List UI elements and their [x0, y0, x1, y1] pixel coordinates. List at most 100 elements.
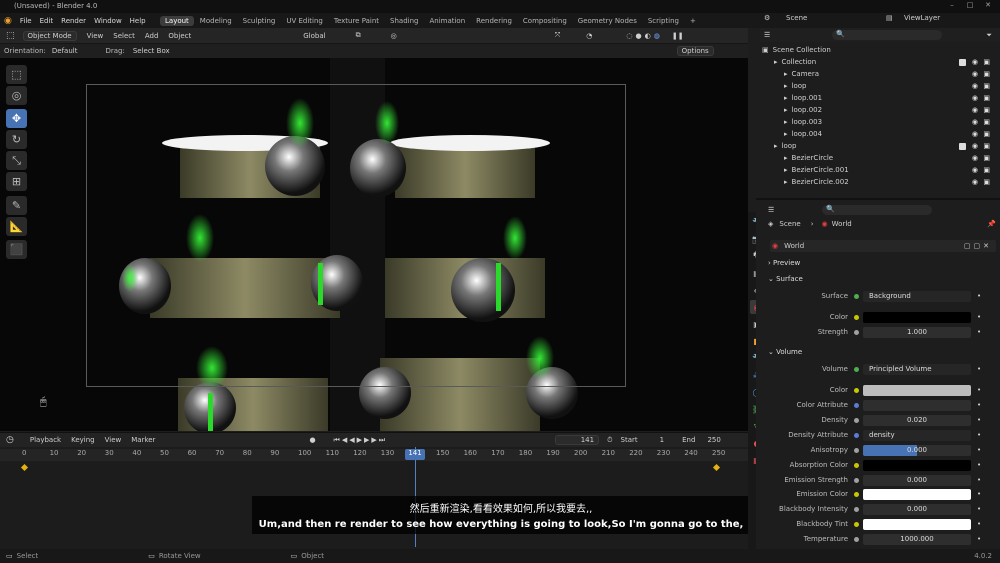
filter-icon[interactable]: ⏷	[986, 31, 992, 40]
outliner-row[interactable]: ▸ loop.003 ◉ ▣	[760, 116, 1000, 128]
pause-icon[interactable]: ❚❚	[672, 32, 684, 40]
record-icon[interactable]: ●	[309, 436, 315, 444]
end-frame[interactable]: 250	[707, 436, 720, 444]
rotate-tool-icon[interactable]: ↻	[6, 130, 27, 149]
socket-dot-icon[interactable]	[854, 432, 859, 438]
frame-ruler[interactable]: 0102030405060708090100110120130140150160…	[0, 449, 748, 461]
render-camera-icon[interactable]: ▣	[983, 58, 990, 66]
expand-arrow-icon[interactable]: ▸	[784, 70, 788, 78]
property-field[interactable]: density	[863, 429, 971, 441]
property-field[interactable]	[863, 488, 971, 500]
blender-logo-icon[interactable]: ◉	[4, 16, 12, 26]
rendered-shading-icon[interactable]: ◍	[654, 32, 660, 40]
animate-dot-icon[interactable]: •	[977, 416, 981, 424]
socket-dot-icon[interactable]	[854, 293, 859, 299]
gizmo-icon[interactable]: ⤧	[555, 31, 561, 40]
animate-dot-icon[interactable]: •	[977, 292, 981, 300]
volume-section[interactable]: ⌄ Volume	[768, 348, 802, 356]
animate-dot-icon[interactable]: •	[977, 446, 981, 454]
3d-viewport[interactable]: ⬚ ◎ ✥ ↻ ⤡ ⊞ ✎ 📐 ⬛ 🖱	[0, 58, 748, 431]
animate-dot-icon[interactable]: •	[977, 461, 981, 469]
property-field[interactable]	[863, 518, 971, 530]
render-camera-icon[interactable]: ▣	[983, 106, 990, 114]
start-frame[interactable]: 1	[660, 436, 664, 444]
options-dropdown[interactable]: Options	[676, 46, 714, 56]
menu-playback[interactable]: Playback	[30, 436, 61, 444]
outliner-row[interactable]: ▸ BezierCircle.002 ◉ ▣	[760, 176, 1000, 188]
property-field[interactable]: 1.000	[863, 326, 971, 338]
animate-dot-icon[interactable]: •	[977, 328, 981, 336]
animate-dot-icon[interactable]: •	[977, 365, 981, 373]
cursor-tool-icon[interactable]: ◎	[6, 86, 27, 105]
animate-dot-icon[interactable]: •	[977, 431, 981, 439]
timeline-editor-icon[interactable]: ◷	[6, 435, 14, 445]
menu-timeline-view[interactable]: View	[105, 436, 122, 444]
scene-name[interactable]: Scene	[786, 14, 807, 22]
scale-tool-icon[interactable]: ⤡	[6, 151, 27, 170]
visibility-eye-icon[interactable]: ◉	[972, 82, 978, 90]
tab-compositing[interactable]: Compositing	[518, 16, 572, 26]
expand-arrow-icon[interactable]: ▸	[784, 130, 788, 138]
render-camera-icon[interactable]: ▣	[983, 142, 990, 150]
playhead-label[interactable]: 141	[405, 449, 425, 460]
material-shading-icon[interactable]: ◐	[645, 32, 651, 40]
expand-arrow-icon[interactable]: ▸	[774, 142, 778, 150]
pin-icon[interactable]: 📌	[987, 220, 996, 228]
add-cube-tool-icon[interactable]: ⬛	[6, 240, 27, 259]
outliner-scene-collection[interactable]: ▣ Scene Collection	[760, 44, 1000, 56]
animate-dot-icon[interactable]: •	[977, 386, 981, 394]
expand-arrow-icon[interactable]: ▸	[784, 166, 788, 174]
property-field[interactable]: 0.000	[863, 444, 971, 456]
mode-dropdown[interactable]: Object Mode	[22, 30, 77, 41]
property-field[interactable]	[863, 459, 971, 471]
menu-file[interactable]: File	[20, 17, 32, 25]
snap-icon[interactable]: ⧉	[356, 31, 361, 40]
animate-dot-icon[interactable]: •	[977, 535, 981, 543]
wireframe-shading-icon[interactable]: ◌	[626, 32, 632, 40]
outliner-editor-icon[interactable]: ☰	[764, 31, 770, 39]
maximize-icon[interactable]: □	[964, 1, 976, 9]
expand-arrow-icon[interactable]: ▸	[784, 94, 788, 102]
socket-dot-icon[interactable]	[854, 387, 859, 393]
minimize-icon[interactable]: –	[946, 1, 958, 9]
outliner-row[interactable]: ▸ BezierCircle ◉ ▣	[760, 152, 1000, 164]
world-selector[interactable]: ◉ World ▢▢✕	[770, 240, 996, 252]
visibility-eye-icon[interactable]: ◉	[972, 130, 978, 138]
preview-section[interactable]: › Preview	[768, 259, 800, 267]
render-camera-icon[interactable]: ▣	[983, 82, 990, 90]
outliner-row[interactable]: ▸ loop.001 ◉ ▣	[760, 92, 1000, 104]
menu-add[interactable]: Add	[145, 32, 159, 40]
outliner-row[interactable]: ▸ Camera ◉ ▣	[760, 68, 1000, 80]
expand-arrow-icon[interactable]: ▸	[784, 82, 788, 90]
select-box-tool-icon[interactable]: ⬚	[6, 65, 27, 84]
render-camera-icon[interactable]: ▣	[983, 166, 990, 174]
socket-dot-icon[interactable]	[854, 491, 859, 497]
measure-tool-icon[interactable]: 📐	[6, 217, 27, 236]
drag-dropdown[interactable]: Select Box	[133, 47, 170, 55]
animate-dot-icon[interactable]: •	[977, 505, 981, 513]
socket-dot-icon[interactable]	[854, 536, 859, 542]
tab-rendering[interactable]: Rendering	[471, 16, 517, 26]
properties-editor-icon[interactable]: ☰	[768, 206, 774, 214]
tab-layout[interactable]: Layout	[160, 15, 194, 26]
expand-arrow-icon[interactable]: ▸	[784, 118, 788, 126]
transform-tool-icon[interactable]: ⊞	[6, 172, 27, 191]
menu-select[interactable]: Select	[113, 32, 135, 40]
render-camera-icon[interactable]: ▣	[983, 94, 990, 102]
expand-arrow-icon[interactable]: ▸	[784, 106, 788, 114]
socket-dot-icon[interactable]	[854, 366, 859, 372]
view-layer-name[interactable]: ViewLayer	[904, 14, 940, 22]
visibility-eye-icon[interactable]: ◉	[972, 154, 978, 162]
menu-window[interactable]: Window	[94, 17, 122, 25]
socket-dot-icon[interactable]	[854, 521, 859, 527]
animate-dot-icon[interactable]: •	[977, 313, 981, 321]
expand-arrow-icon[interactable]: ▸	[784, 178, 788, 186]
visibility-eye-icon[interactable]: ◉	[972, 166, 978, 174]
annotate-tool-icon[interactable]: ✎	[6, 196, 27, 215]
current-frame[interactable]: 141	[555, 435, 600, 445]
visibility-eye-icon[interactable]: ◉	[972, 94, 978, 102]
socket-dot-icon[interactable]	[854, 402, 859, 408]
visibility-eye-icon[interactable]: ◉	[972, 70, 978, 78]
outliner-row[interactable]: ▸ loop.002 ◉ ▣	[760, 104, 1000, 116]
overlay-icon[interactable]: ◔	[586, 32, 592, 40]
